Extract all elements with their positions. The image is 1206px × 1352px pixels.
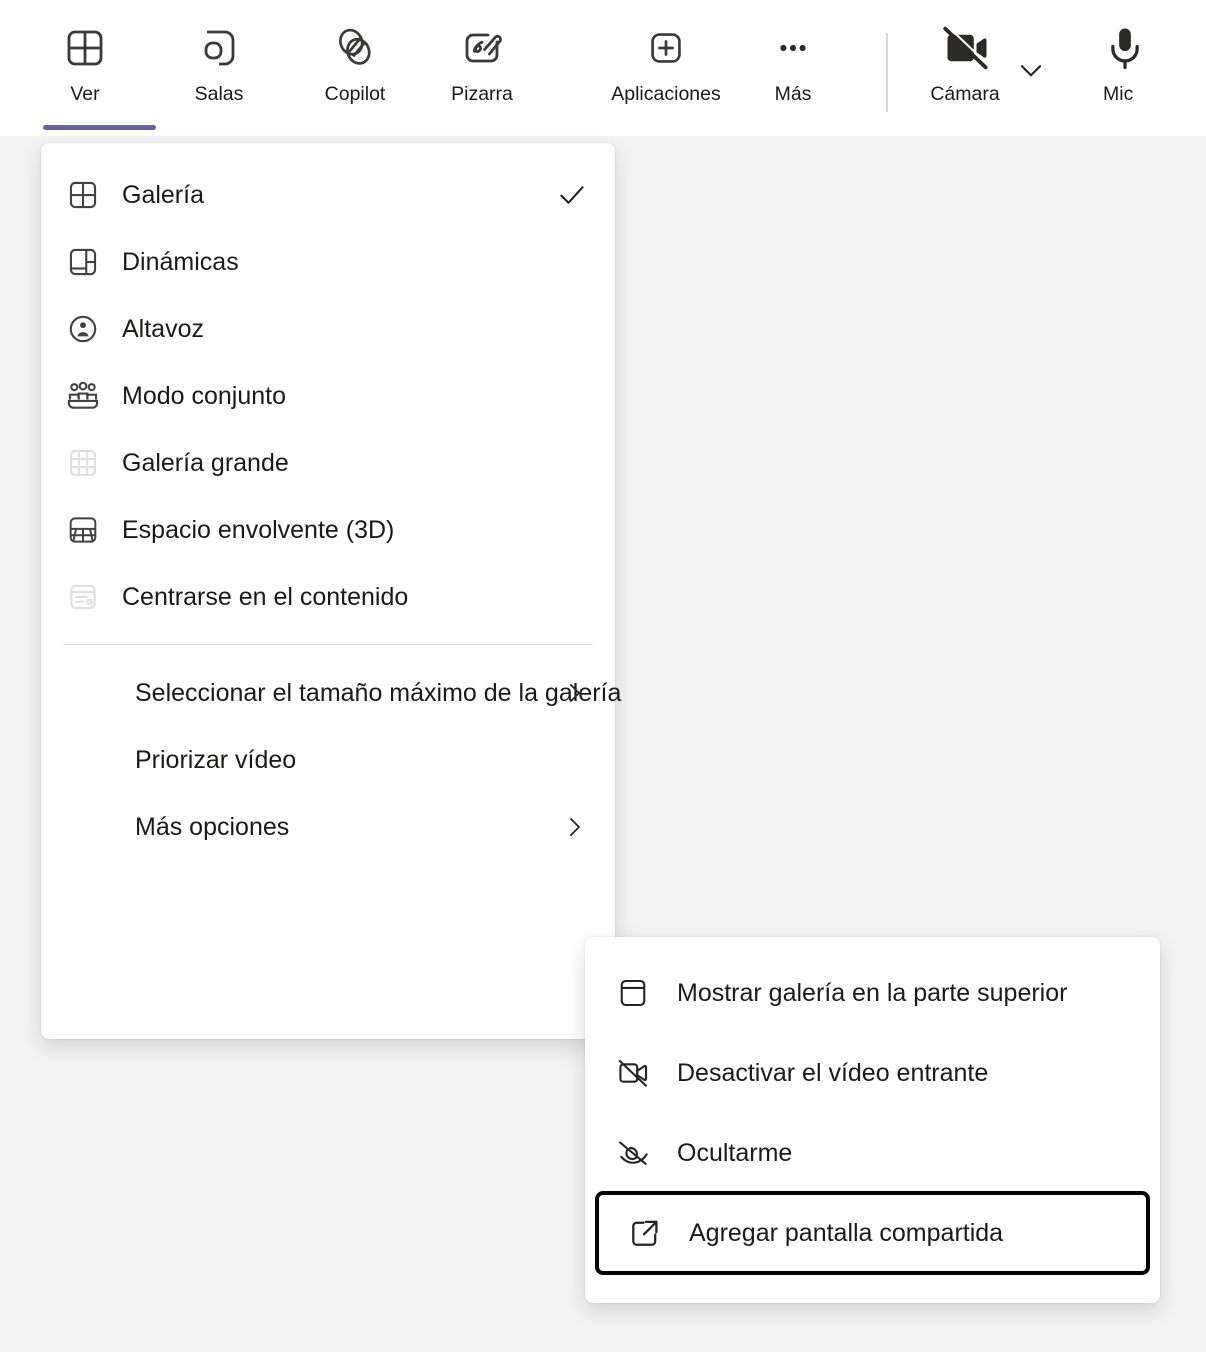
chevron-right-icon bbox=[559, 678, 589, 708]
eye-off-icon bbox=[613, 1133, 653, 1173]
together-mode-icon bbox=[63, 376, 103, 416]
menu-item-speaker[interactable]: Altavoz bbox=[41, 295, 615, 362]
submenu-item-label: Agregar pantalla compartida bbox=[689, 1219, 1004, 1247]
toolbar-button-copilot[interactable]: Copilot bbox=[300, 20, 410, 126]
microphone-icon bbox=[1097, 20, 1153, 76]
menu-item-together-mode[interactable]: Modo conjunto bbox=[41, 362, 615, 429]
menu-item-dynamic[interactable]: Dinámicas bbox=[41, 228, 615, 295]
focus-content-icon bbox=[63, 577, 103, 617]
submenu-item-turn-off-incoming-video[interactable]: Desactivar el vídeo entrante bbox=[585, 1033, 1160, 1113]
menu-item-gallery[interactable]: Galería bbox=[41, 161, 615, 228]
camera-options-dropdown[interactable] bbox=[1005, 20, 1057, 126]
menu-item-label: Espacio envolvente (3D) bbox=[122, 515, 395, 544]
toolbar-button-rooms[interactable]: Salas bbox=[164, 20, 274, 126]
pop-out-icon bbox=[625, 1213, 665, 1253]
active-tab-indicator bbox=[43, 125, 156, 130]
toolbar-button-apps[interactable]: Aplicaciones bbox=[611, 20, 721, 126]
plus-box-icon bbox=[643, 20, 689, 76]
menu-item-label: Más opciones bbox=[135, 812, 290, 841]
toolbar-button-more[interactable]: Más bbox=[738, 20, 848, 126]
dynamic-view-icon bbox=[63, 242, 103, 282]
speaker-view-icon bbox=[63, 309, 103, 349]
more-options-submenu-flyout: Mostrar galería en la parte superior Des… bbox=[585, 937, 1160, 1303]
copilot-icon bbox=[330, 20, 380, 76]
video-off-icon bbox=[613, 1053, 653, 1093]
submenu-item-label: Desactivar el vídeo entrante bbox=[677, 1059, 989, 1087]
large-gallery-icon bbox=[63, 443, 103, 483]
camera-off-icon bbox=[938, 20, 992, 76]
toolbar-label-apps: Aplicaciones bbox=[611, 83, 721, 105]
chevron-down-icon bbox=[1013, 42, 1049, 98]
toolbar-label-more: Más bbox=[774, 83, 812, 105]
toolbar-button-whiteboard[interactable]: Pizarra bbox=[427, 20, 537, 126]
menu-item-label: Seleccionar el tamaño máximo de la galer… bbox=[135, 678, 622, 707]
breakout-rooms-icon bbox=[195, 20, 243, 76]
gallery-top-icon bbox=[613, 973, 653, 1013]
menu-item-max-gallery-size[interactable]: Seleccionar el tamaño máximo de la galer… bbox=[41, 659, 621, 726]
menu-item-prioritize-video[interactable]: Priorizar vídeo bbox=[41, 726, 615, 793]
meeting-toolbar: Ver Salas Copilot Pizarra Aplicaciones M… bbox=[0, 0, 1206, 136]
menu-item-label: Priorizar vídeo bbox=[135, 745, 297, 774]
menu-item-label: Modo conjunto bbox=[122, 381, 287, 410]
toolbar-button-mic[interactable]: Mic bbox=[1097, 20, 1187, 126]
toolbar-label-rooms: Salas bbox=[194, 83, 244, 105]
checkmark-icon bbox=[555, 178, 589, 212]
toolbar-separator bbox=[886, 33, 888, 112]
menu-item-label: Altavoz bbox=[122, 314, 204, 343]
toolbar-button-view[interactable]: Ver bbox=[30, 20, 140, 126]
menu-item-label: Galería grande bbox=[122, 448, 289, 477]
toolbar-button-camera[interactable]: Cámara bbox=[910, 20, 1020, 126]
gallery-icon bbox=[63, 175, 103, 215]
menu-item-focus-content[interactable]: Centrarse en el contenido bbox=[41, 563, 615, 630]
menu-item-label: Centrarse en el contenido bbox=[122, 582, 409, 611]
view-menu-flyout: Galería Dinámicas Altavoz Modo conjunto … bbox=[41, 143, 621, 1039]
menu-item-label: Galería bbox=[122, 180, 204, 209]
toolbar-label-view: Ver bbox=[70, 83, 100, 105]
whiteboard-icon bbox=[458, 20, 506, 76]
toolbar-label-camera: Cámara bbox=[930, 83, 1000, 105]
toolbar-label-copilot: Copilot bbox=[324, 83, 386, 105]
submenu-item-add-shared-screen[interactable]: Agregar pantalla compartida bbox=[595, 1191, 1150, 1275]
menu-item-large-gallery[interactable]: Galería grande bbox=[41, 429, 615, 496]
toolbar-label-mic: Mic bbox=[1103, 83, 1134, 105]
menu-item-immersive-3d[interactable]: Espacio envolvente (3D) bbox=[41, 496, 615, 563]
toolbar-label-whiteboard: Pizarra bbox=[451, 83, 513, 105]
menu-item-label: Dinámicas bbox=[122, 247, 239, 276]
menu-divider bbox=[63, 644, 593, 645]
submenu-item-label: Ocultarme bbox=[677, 1139, 793, 1167]
grid-view-icon bbox=[61, 20, 109, 76]
menu-item-more-options[interactable]: Más opciones bbox=[41, 793, 615, 860]
ellipsis-icon bbox=[770, 20, 816, 76]
immersive-3d-icon bbox=[63, 510, 103, 550]
chevron-right-icon bbox=[559, 812, 589, 842]
submenu-item-gallery-at-top[interactable]: Mostrar galería en la parte superior bbox=[585, 953, 1160, 1033]
submenu-item-label: Mostrar galería en la parte superior bbox=[677, 979, 1068, 1007]
submenu-item-hide-me[interactable]: Ocultarme bbox=[585, 1113, 1160, 1193]
